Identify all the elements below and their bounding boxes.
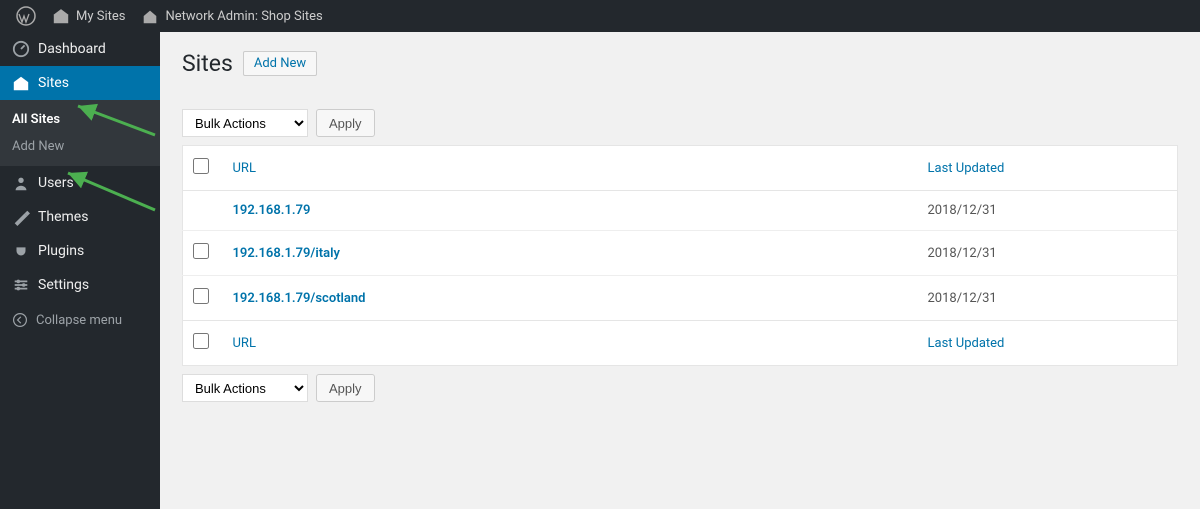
users-icon [12, 174, 30, 192]
sites-table-body: 192.168.1.79 2018/12/31 192.168.1.79/ita… [183, 191, 1178, 321]
sidebar-label-settings: Settings [38, 277, 89, 293]
site-updated-cell: 2018/12/31 [918, 276, 1178, 321]
apply-button-top[interactable]: Apply [316, 109, 375, 137]
dashboard-icon [12, 40, 30, 58]
sidebar-subitem-all-sites[interactable]: All Sites [0, 106, 160, 133]
home-icon [141, 7, 159, 25]
apply-button-bottom[interactable]: Apply [316, 374, 375, 402]
collapse-label: Collapse menu [36, 313, 122, 328]
bulk-actions-select-bottom[interactable]: Bulk Actions [182, 374, 308, 402]
my-sites-label: My Sites [76, 9, 125, 24]
row-checkbox[interactable] [193, 288, 209, 304]
sites-icon [52, 7, 70, 25]
sidebar-item-plugins[interactable]: Plugins [0, 234, 160, 268]
sites-icon [12, 74, 30, 92]
collapse-icon [12, 312, 28, 328]
settings-icon [12, 276, 30, 294]
sidebar-label-plugins: Plugins [38, 243, 84, 259]
page-header: Sites Add New [182, 50, 1178, 77]
sidebar-item-themes[interactable]: Themes [0, 200, 160, 234]
bulk-actions-top: Bulk Actions Apply [182, 109, 1178, 137]
sidebar-item-users[interactable]: Users [0, 166, 160, 200]
select-all-bottom[interactable] [193, 333, 209, 349]
network-admin-menu[interactable]: Network Admin: Shop Sites [133, 0, 330, 32]
bulk-actions-select-top[interactable]: Bulk Actions [182, 109, 308, 137]
admin-topbar: My Sites Network Admin: Shop Sites [0, 0, 1200, 32]
sidebar-label-themes: Themes [38, 209, 88, 225]
add-new-button[interactable]: Add New [243, 51, 317, 76]
page-title: Sites [182, 50, 233, 77]
sidebar-label-users: Users [38, 175, 74, 191]
site-updated-cell: 2018/12/31 [918, 231, 1178, 276]
network-admin-label: Network Admin: Shop Sites [165, 9, 322, 24]
row-checkbox[interactable] [193, 243, 209, 259]
sidebar-item-dashboard[interactable]: Dashboard [0, 32, 160, 66]
bulk-actions-bottom: Bulk Actions Apply [182, 374, 1178, 402]
table-row: 192.168.1.79/scotland 2018/12/31 [183, 276, 1178, 321]
sidebar-label-sites: Sites [38, 75, 69, 91]
site-url-link[interactable]: 192.168.1.79/italy [233, 246, 340, 261]
collapse-menu-button[interactable]: Collapse menu [0, 302, 160, 338]
sidebar-label-dashboard: Dashboard [38, 41, 106, 57]
column-header-updated[interactable]: Last Updated [928, 161, 1005, 176]
column-footer-url[interactable]: URL [233, 336, 256, 351]
select-all-top[interactable] [193, 158, 209, 174]
admin-sidebar: Dashboard Sites All Sites Add New Users … [0, 32, 160, 509]
main-content: Sites Add New Bulk Actions Apply URL Las… [160, 32, 1200, 509]
table-row: 192.168.1.79 2018/12/31 [183, 191, 1178, 231]
column-footer-updated[interactable]: Last Updated [928, 336, 1005, 351]
site-url-link[interactable]: 192.168.1.79 [233, 203, 311, 218]
wp-logo[interactable] [8, 0, 44, 32]
site-updated-cell: 2018/12/31 [918, 191, 1178, 231]
sidebar-item-sites[interactable]: Sites [0, 66, 160, 100]
site-url-link[interactable]: 192.168.1.79/scotland [233, 291, 366, 306]
sites-table: URL Last Updated 192.168.1.79 2018/12/31… [182, 145, 1178, 366]
table-row: 192.168.1.79/italy 2018/12/31 [183, 231, 1178, 276]
sidebar-submenu-sites: All Sites Add New [0, 100, 160, 166]
sidebar-subitem-add-new[interactable]: Add New [0, 133, 160, 160]
my-sites-menu[interactable]: My Sites [44, 0, 133, 32]
themes-icon [12, 208, 30, 226]
wordpress-icon [16, 6, 36, 26]
sidebar-item-settings[interactable]: Settings [0, 268, 160, 302]
column-header-url[interactable]: URL [233, 161, 256, 176]
plugins-icon [12, 242, 30, 260]
